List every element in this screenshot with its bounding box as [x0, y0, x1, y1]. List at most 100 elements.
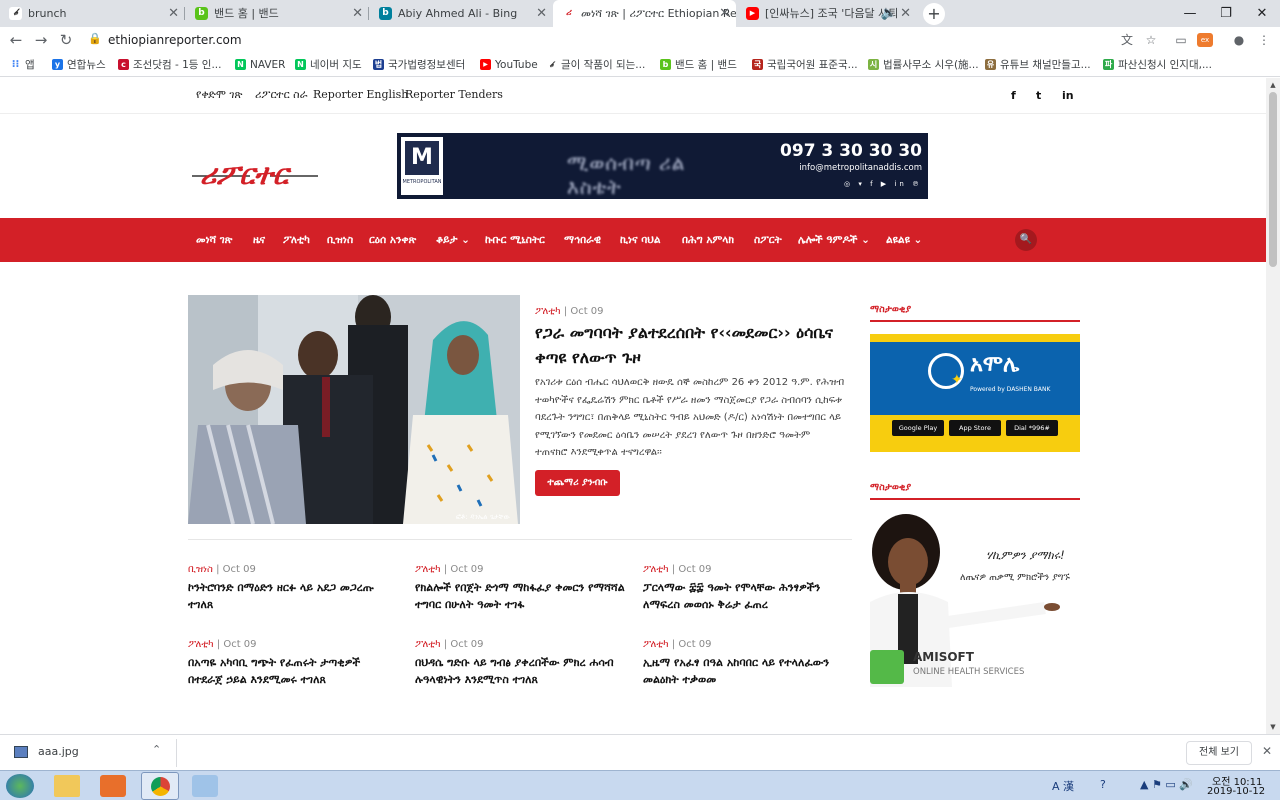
top-link-jobs[interactable]: ሪፖርተር ስራ — [255, 88, 308, 102]
ime-indicator-icon[interactable]: A 漢 — [1052, 778, 1074, 794]
read-more-button[interactable]: ተጨማሪ ያንብቡ — [535, 470, 620, 496]
nav-sport[interactable]: ስፖርት — [754, 218, 782, 262]
scroll-down-icon[interactable]: ▼ — [1266, 720, 1280, 734]
article-card-title[interactable]: ኢዜማ የአፈፃ በዓል አከባበር ላይ የተላለፈውን መልዕክት ተቃወመ — [643, 654, 853, 688]
address-bar[interactable]: 🔒 ethiopianreporter.com — [80, 28, 1165, 52]
nav-editorial[interactable]: ርዕሰ አንቀጽ — [369, 218, 416, 262]
scroll-up-icon[interactable]: ▲ — [1266, 78, 1280, 92]
bookmark-star-icon[interactable]: ☆ — [1141, 30, 1161, 50]
minimize-button[interactable]: — — [1172, 0, 1208, 27]
close-icon[interactable]: ✕ — [719, 0, 730, 27]
bookmark-item[interactable]: 시 법률사무소 시우(施... — [868, 53, 979, 77]
nav-culture[interactable]: ኪነና ባህል — [620, 218, 661, 262]
card-category[interactable]: ፖለቲካ — [415, 639, 441, 650]
bookmark-item[interactable]: ▶ YouTube — [480, 53, 538, 77]
amole-ad[interactable]: ✦ አሞሌ Powered by DASHEN BANK Google Play… — [870, 334, 1080, 452]
close-icon[interactable]: ✕ — [352, 0, 363, 27]
top-link-tenders[interactable]: Reporter Tenders — [405, 88, 503, 101]
app-store-button[interactable]: App Store — [949, 420, 1001, 436]
article-card-title[interactable]: ፓርላማው ፰፰ ዓመት የሞላቸው ሕንፃዎችን ለማፍረስ መወሰኑ ቅሬታ… — [643, 579, 853, 613]
tab-band[interactable]: b 밴드 홈 | 밴드 ✕ — [186, 0, 369, 27]
tab-youtube[interactable]: ▶ [인싸뉴스] 조국 '다음달 사퇴 🔈 ✕ — [737, 0, 917, 27]
reload-icon[interactable]: ↻ — [55, 29, 77, 51]
tab-reporter[interactable]: ሪ መነሻ ገጽ | ሪፖርተር Ethiopian Reporter ✕ — [553, 0, 736, 27]
bookmark-item[interactable]: 국 국립국어원 표준국... — [752, 53, 858, 77]
bookmark-item[interactable]: c 조선닷컴 - 1등 인... — [118, 53, 221, 77]
metropolitan-banner-ad[interactable]: M METROPOLITAN ሚወሰብጣ ሪል እስቴት 097 3 30 30… — [397, 133, 928, 199]
back-icon[interactable]: ← — [5, 29, 27, 51]
google-play-button[interactable]: Google Play — [892, 420, 944, 436]
show-all-button[interactable]: 전체 보기 — [1186, 741, 1252, 765]
nav-law[interactable]: በሕግ አምላክ — [682, 218, 734, 262]
forward-icon[interactable]: → — [30, 29, 52, 51]
twitter-icon[interactable]: t — [1036, 89, 1041, 102]
clock-date[interactable]: 2019-10-12 — [1207, 786, 1265, 797]
article-card-title[interactable]: የክልሎች የበጀት ድጎማ ማከፋፈያ ቀመርን የማሻሻል ተግባር በሁለ… — [415, 579, 625, 613]
translate-icon[interactable]: 文 — [1117, 30, 1137, 50]
bookmark-item[interactable]: 법 국가법령정보센터 — [373, 53, 465, 77]
tab-bing[interactable]: b Abiy Ahmed Ali - Bing ✕ — [370, 0, 553, 27]
close-icon[interactable]: ✕ — [536, 0, 547, 27]
help-icon[interactable]: ? — [1100, 778, 1106, 791]
amisoft-ad[interactable]: ሃኪምዎን ያማክሩ! ለጤናዎ ጠቃሚ ምክሮችን ያግኙ AMISOFT O… — [870, 512, 1080, 687]
facebook-icon[interactable]: f — [1011, 89, 1016, 102]
page-scrollbar[interactable]: ▲ ▼ — [1266, 78, 1280, 734]
nav-columns[interactable]: ሌሎች ዓምዶች ⌄ — [798, 218, 870, 262]
card-category[interactable]: ፖለቲካ — [188, 639, 214, 650]
card-category[interactable]: ፖለቲካ — [643, 639, 669, 650]
scroll-thumb[interactable] — [1269, 92, 1277, 267]
bookmark-item[interactable]: N 네이버 지도 — [295, 53, 362, 77]
cast-icon[interactable]: ▭ — [1171, 30, 1191, 50]
chevron-up-icon[interactable]: ⌃ — [152, 743, 161, 756]
featured-image[interactable]: ፎቶ: ዳንኤል ጌታቸው — [188, 295, 520, 524]
chrome-taskbar-button[interactable] — [141, 772, 179, 800]
search-icon[interactable]: 🔍 — [1015, 229, 1037, 251]
tray-icons[interactable]: ▲ ⚑ ▭ 🔊 — [1140, 778, 1193, 791]
dial-code-button[interactable]: Dial *996# — [1006, 420, 1058, 436]
window-close-button[interactable]: ✕ — [1244, 0, 1280, 27]
bookmark-item[interactable]: 파 파산신청시 인지대,... — [1103, 53, 1212, 77]
download-filename[interactable]: aaa.jpg — [38, 745, 79, 758]
media-player-icon[interactable] — [100, 775, 126, 797]
bookmark-item[interactable]: b 밴드 홈 | 밴드 — [660, 53, 737, 77]
top-link-previous-site[interactable]: የቀድሞ ገጽ — [196, 88, 242, 102]
new-tab-button[interactable]: + — [923, 3, 945, 25]
nav-home[interactable]: መነሻ ገጽ — [196, 218, 232, 262]
start-button[interactable] — [6, 774, 34, 798]
card-category[interactable]: ፖለቲካ — [415, 564, 441, 575]
card-category[interactable]: ፖለቲካ — [643, 564, 669, 575]
bookmark-item[interactable]: y 연합뉴스 — [52, 53, 106, 77]
nav-politics[interactable]: ፖለቲካ — [283, 218, 310, 262]
nav-misc[interactable]: ልዩልዩ ⌄ — [886, 218, 922, 262]
close-icon[interactable]: ✕ — [1262, 744, 1272, 758]
bookmark-item[interactable]: 𝒷 글이 작품이 되는... — [546, 53, 645, 77]
article-card-title[interactable]: ኮንትሮባንድ በማዕድን ዘርፉ ላይ አደጋ መጋረጡ ተገለጸ — [188, 579, 398, 613]
lock-icon[interactable]: 🔒 — [88, 32, 102, 45]
close-icon[interactable]: ✕ — [900, 0, 911, 27]
linkedin-icon[interactable]: in — [1062, 89, 1074, 102]
bookmark-item[interactable]: 유 유튜브 채널만들고... — [985, 53, 1091, 77]
article-card-title[interactable]: በአጣዬ አካባቢ ግጭት የፈጠሩት ታጣቂዎች በተደራጀ ኃይል እንደሚ… — [188, 654, 398, 688]
top-link-english[interactable]: Reporter English — [313, 88, 408, 101]
menu-icon[interactable]: ⋮ — [1254, 30, 1274, 50]
extension-icon[interactable]: ex — [1197, 33, 1213, 47]
article-card-title[interactable]: በህዳሴ ግድቡ ላይ ግብፅ ያቀረበችው ምክረ ሐሳብ ሉዓላዊነትን እ… — [415, 654, 625, 688]
nav-interview[interactable]: ቆይታ ⌄ — [436, 218, 470, 262]
speaker-icon[interactable]: 🔈 — [881, 0, 897, 27]
close-icon[interactable]: ✕ — [168, 0, 179, 27]
featured-title[interactable]: የጋራ መግባባት ያልተደረሰበት የ‹‹መደመር›› ዕሳቤና ቀጣዩ የለ… — [535, 320, 845, 370]
file-explorer-icon[interactable] — [54, 775, 80, 797]
profile-icon[interactable]: ● — [1229, 30, 1249, 50]
bookmark-apps[interactable]: ⁝⁝ 앱 — [10, 53, 35, 77]
nav-news[interactable]: ዜና — [253, 218, 265, 262]
nav-business[interactable]: ቢዝነስ — [327, 218, 353, 262]
nav-prime-minister[interactable]: ኩቡር ሚኒስትር — [485, 218, 545, 262]
nav-social[interactable]: ማኅበራዊ — [564, 218, 601, 262]
paint-icon[interactable] — [192, 775, 218, 797]
restore-button[interactable]: ❐ — [1208, 0, 1244, 27]
site-logo[interactable]: ሪፖርተር — [190, 152, 320, 192]
featured-category[interactable]: ፖለቲካ — [535, 306, 561, 317]
tab-brunch[interactable]: 𝒷 brunch ✕ — [0, 0, 185, 27]
card-category[interactable]: ቢዝነስ — [188, 564, 213, 575]
bookmark-item[interactable]: N NAVER — [235, 53, 285, 77]
